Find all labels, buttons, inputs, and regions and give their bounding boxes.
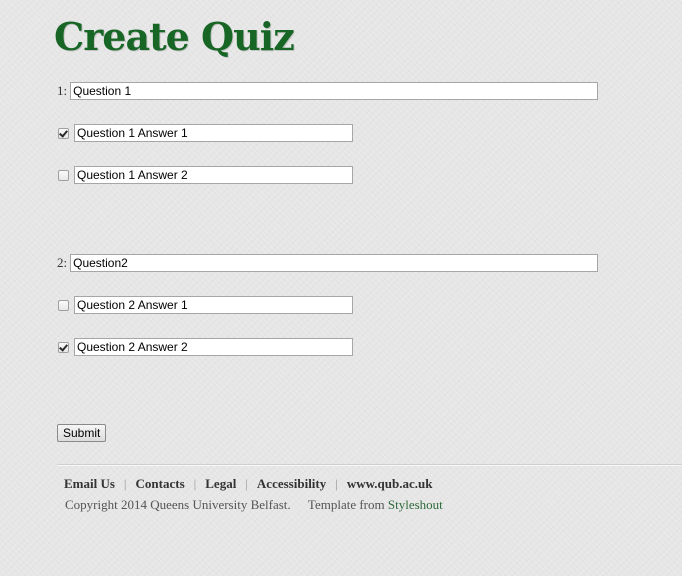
answer-row bbox=[58, 296, 353, 314]
answer-row bbox=[58, 124, 353, 142]
footer-link-accessibility[interactable]: Accessibility bbox=[257, 476, 326, 492]
answer-row bbox=[58, 338, 353, 356]
footer-separator: | bbox=[245, 476, 248, 491]
correct-answer-checkbox[interactable] bbox=[58, 299, 69, 311]
template-credit: Template from Styleshout bbox=[308, 497, 443, 512]
question-input[interactable] bbox=[70, 82, 599, 100]
footer-divider bbox=[57, 464, 682, 466]
answer-input[interactable] bbox=[74, 124, 353, 142]
question-row: 2: bbox=[57, 254, 599, 272]
question-number-label: 2: bbox=[57, 255, 68, 270]
footer-separator: | bbox=[123, 476, 127, 491]
submit-button[interactable]: Submit bbox=[57, 424, 107, 442]
page-title: Create Quiz bbox=[54, 14, 295, 59]
question-number-label: 1: bbox=[57, 83, 68, 98]
footer-link-legal[interactable]: Legal bbox=[205, 476, 236, 492]
answer-row bbox=[58, 166, 353, 184]
correct-answer-checkbox[interactable] bbox=[58, 169, 69, 181]
copyright-text: Copyright 2014 Queens University Belfast… bbox=[65, 497, 291, 512]
answer-input[interactable] bbox=[74, 338, 353, 356]
footer-separator: | bbox=[193, 476, 197, 491]
footer-nav: Email Us | Contacts | Legal | Accessibil… bbox=[64, 476, 432, 492]
question-row: 1: bbox=[57, 82, 599, 100]
answer-input[interactable] bbox=[74, 296, 353, 314]
correct-answer-checkbox[interactable] bbox=[58, 127, 69, 139]
question-input[interactable] bbox=[70, 254, 599, 272]
footer-link-contacts[interactable]: Contacts bbox=[136, 476, 185, 492]
template-credit-text: Template from bbox=[307, 497, 385, 512]
footer-separator: | bbox=[335, 476, 338, 491]
footer-copyright-line: Copyright 2014 Queens University Belfast… bbox=[65, 497, 443, 513]
answer-input[interactable] bbox=[74, 166, 353, 184]
styleshout-link[interactable]: Styleshout bbox=[388, 497, 443, 512]
correct-answer-checkbox[interactable] bbox=[58, 341, 69, 353]
footer-link-website[interactable]: www.qub.ac.uk bbox=[347, 476, 433, 492]
footer-link-email-us[interactable]: Email Us bbox=[64, 476, 115, 492]
